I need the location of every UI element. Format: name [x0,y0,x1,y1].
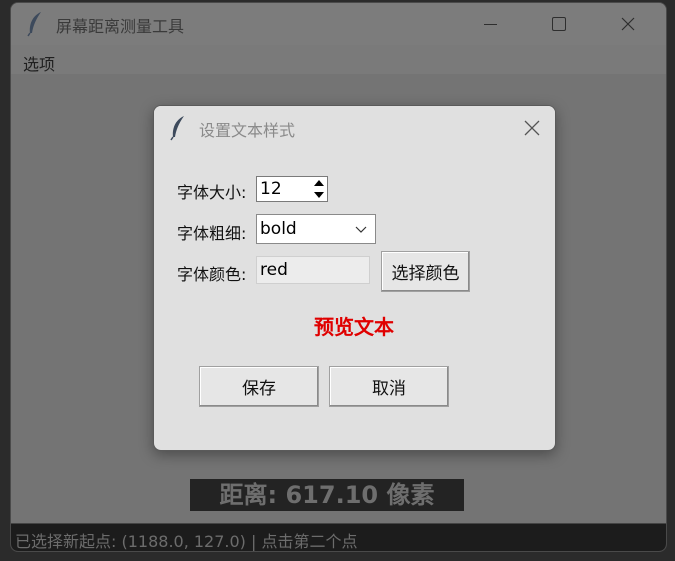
spin-arrows [311,177,327,201]
save-button[interactable]: 保存 [199,366,319,407]
choose-color-button[interactable]: 选择颜色 [381,251,470,292]
close-icon [621,17,635,31]
menu-options[interactable]: 选项 [23,51,55,75]
font-size-label: 字体大小: [177,183,247,202]
spin-down-button[interactable] [311,189,327,201]
title-bar: 屏幕距离测量工具 [11,3,666,45]
font-size-value[interactable]: 12 [260,179,282,199]
font-size-spinbox[interactable]: 12 [256,176,328,202]
feather-icon [26,11,46,37]
status-text: 已选择新起点: (1188.0, 127.0) | 点击第二个点 [15,532,358,551]
dialog-title-bar: 设置文本样式 [154,106,555,149]
font-weight-label: 字体粗细: [177,224,247,243]
dialog-title: 设置文本样式 [199,121,296,140]
menu-bar: 选项 [11,45,666,74]
font-color-value[interactable]: red [260,260,288,280]
dialog-close-button[interactable] [509,106,555,149]
spin-down-icon [314,192,324,198]
distance-label: 距离: 617.10 像素 [190,479,464,511]
close-icon [524,120,540,135]
preview-text: 预览文本 [314,315,394,339]
font-weight-value: bold [260,219,297,239]
spin-up-button[interactable] [311,177,327,189]
feather-icon [169,115,189,141]
text-style-dialog: 设置文本样式 字体大小: 12 字体粗细: bold 字体颜色: red 选择颜… [153,105,556,451]
spin-up-icon [314,180,324,186]
font-weight-select[interactable]: bold [256,214,376,244]
chevron-down-icon [355,226,367,233]
minimize-button[interactable] [467,3,513,45]
window-title: 屏幕距离测量工具 [56,17,185,36]
maximize-button[interactable] [536,3,582,45]
font-color-label: 字体颜色: [177,265,247,284]
minimize-icon [483,23,497,25]
close-button[interactable] [605,3,651,45]
font-color-field[interactable]: red [256,256,370,284]
maximize-icon [552,17,566,31]
status-bar: 已选择新起点: (1188.0, 127.0) | 点击第二个点 [11,523,666,551]
cancel-button[interactable]: 取消 [329,366,449,407]
